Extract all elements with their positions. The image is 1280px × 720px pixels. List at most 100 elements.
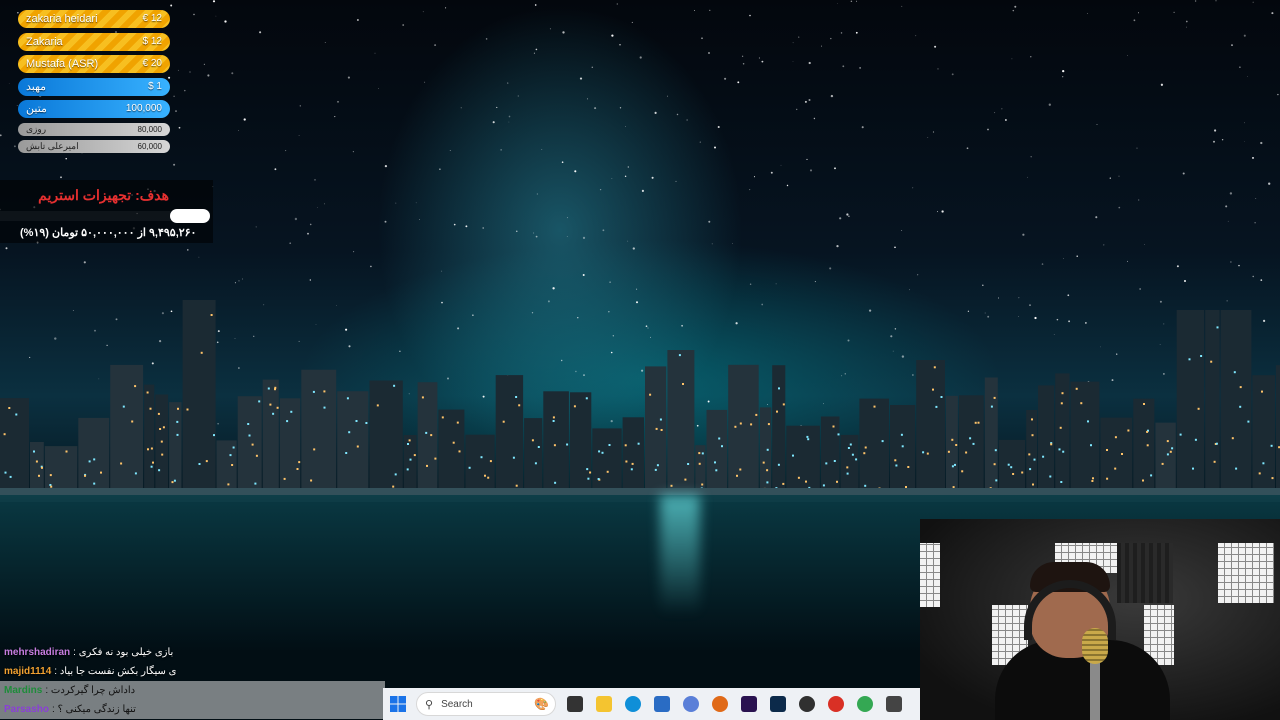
window-light [286,420,289,423]
window-light [272,412,275,415]
internet-taskbar-button[interactable] [679,692,703,716]
window-light [822,484,825,487]
star [203,63,205,65]
star [1160,83,1164,86]
window-light [394,473,397,476]
window-light [932,388,934,391]
window-light [146,391,149,394]
window-light [895,464,898,467]
star [1247,75,1248,77]
window-light [656,464,659,467]
window-light [1010,466,1013,469]
star [285,150,287,152]
file-explorer-taskbar-button[interactable] [592,692,616,716]
window-light [376,404,379,407]
star [1244,122,1245,124]
star [1005,119,1007,121]
star [675,180,677,182]
donation-item: مهبد $ 1 [18,77,170,96]
donation-amount: € 20 [142,58,162,70]
photoshop-taskbar-button[interactable] [766,692,790,716]
window-light [313,448,316,451]
star [859,67,861,69]
star [307,232,309,235]
edge-taskbar-button[interactable] [621,692,645,716]
building [945,395,958,500]
premiere-taskbar-button[interactable] [737,692,761,716]
star [1268,182,1271,185]
window-light [832,425,835,428]
star [187,249,189,251]
window-light [255,454,258,457]
star [177,69,179,71]
star [422,11,424,13]
building [728,364,759,500]
chat-message: Mardins: داداش چرا گیرکردت [0,681,385,700]
window-light [1146,444,1149,447]
window-light [552,420,555,422]
donation-item: متین 100,000 [18,100,170,119]
star [651,176,654,179]
star [686,119,688,121]
firefox-taskbar-button[interactable] [708,692,732,716]
building [524,418,543,500]
firefox-icon [711,696,728,712]
star [337,100,339,103]
window-light [1061,392,1064,395]
building [262,379,279,500]
window-light [846,466,849,469]
star [534,4,537,6]
window-light [624,444,627,447]
window-light [38,474,40,477]
building [772,365,786,500]
window-light [797,476,800,479]
edge-icon [624,696,641,712]
star [178,126,181,129]
building [569,392,592,500]
star [1118,175,1120,177]
window-light [1142,479,1144,482]
star [741,55,744,57]
chrome-profile-taskbar-button[interactable] [853,692,877,716]
window-light [1033,458,1036,461]
window-light [881,440,884,443]
window-light [631,462,634,465]
star [259,31,262,34]
task-view-taskbar-button[interactable] [563,692,587,716]
app-taskbar-button[interactable] [882,692,906,716]
star [830,94,834,98]
window-light [1143,403,1145,405]
star [1173,11,1175,14]
start-button[interactable] [386,692,410,716]
window-light [298,461,301,464]
star [701,37,703,40]
star [289,242,292,245]
window-light [766,481,769,484]
window-light [426,464,428,467]
star [1185,20,1188,23]
star [1076,255,1078,258]
window-light [900,433,903,436]
window-light [152,461,154,464]
window-light [1179,433,1182,436]
donation-amount: 60,000 [137,141,162,151]
building [820,416,840,500]
star [1243,34,1246,37]
window-light [1197,407,1200,410]
window-light [441,416,444,419]
obs-taskbar-button[interactable] [795,692,819,716]
chrome-taskbar-button[interactable] [824,692,848,716]
window-light [205,460,208,463]
star [1027,176,1028,178]
star [758,57,760,59]
store-taskbar-button[interactable] [650,692,674,716]
window-light [258,400,261,403]
star [627,240,629,242]
window-light [792,454,794,457]
donation-amount: 80,000 [137,124,162,134]
taskbar-search-box[interactable]: ⚲ Search 🎨 [416,692,556,716]
star [449,150,451,151]
window-light [825,462,828,465]
window-light [232,446,235,449]
star [231,72,234,75]
